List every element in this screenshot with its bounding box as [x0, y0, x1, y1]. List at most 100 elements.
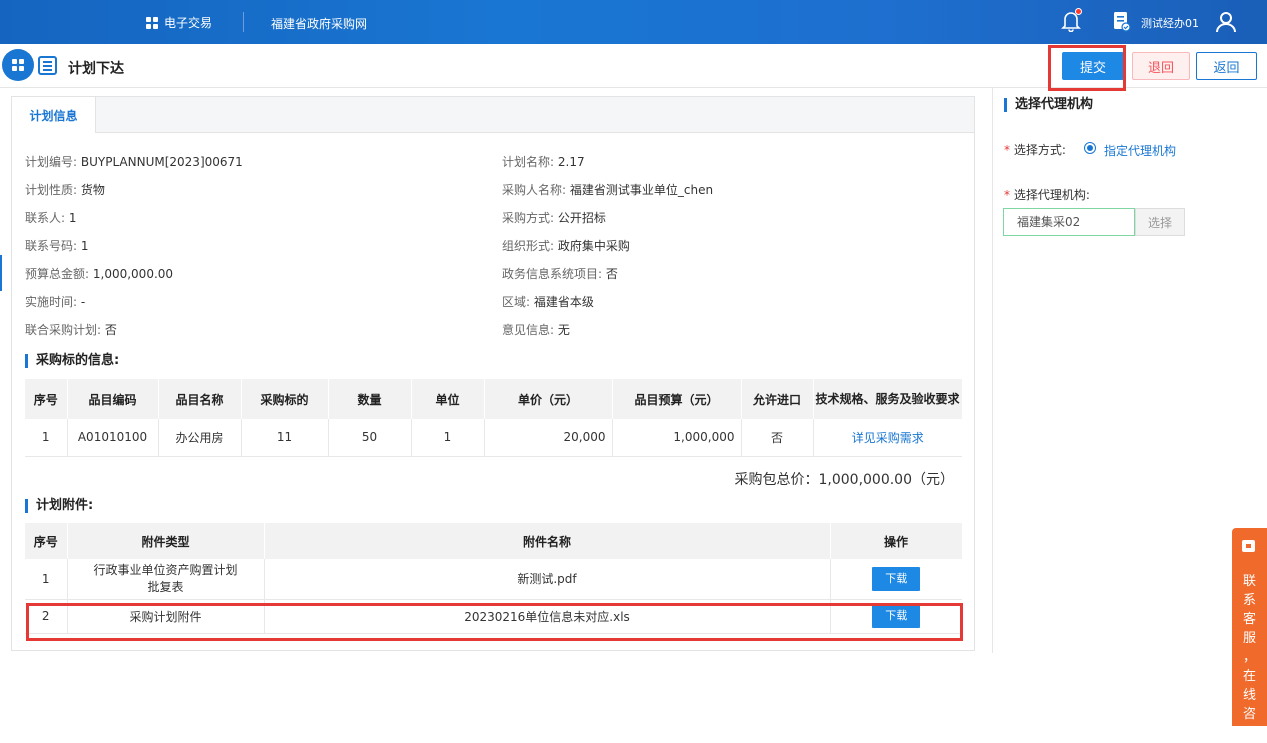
- required-mark: *: [1004, 143, 1010, 157]
- column-header: 采购标的: [241, 379, 329, 419]
- customer-service-float[interactable]: 联系客服，在线咨询: [1232, 528, 1267, 741]
- table-row: 1 行政事业单位资产购置计划批复表 新测试.pdf 下载: [25, 559, 962, 600]
- column-header: 序号: [25, 379, 68, 419]
- info-joint-procurement: 联合采购计划: 否: [25, 321, 117, 338]
- info-region: 区域: 福建省本级: [502, 293, 594, 310]
- download-button[interactable]: 下载: [872, 604, 921, 628]
- info-value: 政府集中采购: [557, 239, 630, 253]
- section-title-attachments: 计划附件:: [25, 499, 93, 513]
- agency-label-text: 选择代理机构:: [1013, 188, 1090, 202]
- cell-action: 下载: [830, 559, 962, 600]
- agency-label: * 选择代理机构:: [1004, 186, 1090, 203]
- user-profile-icon[interactable]: [1215, 10, 1237, 34]
- task-document-icon[interactable]: [1113, 11, 1131, 33]
- apps-grid-icon: [146, 16, 158, 29]
- agency-method-option[interactable]: 指定代理机构: [1104, 142, 1176, 159]
- menu-grid-icon: [12, 59, 24, 71]
- info-value: -: [80, 295, 86, 309]
- cell-unit: 1: [411, 419, 485, 457]
- info-label: 组织形式:: [502, 239, 555, 253]
- table-row: 2 采购计划附件 20230216单位信息未对应.xls 下载: [25, 599, 962, 634]
- agency-method-radio[interactable]: [1084, 142, 1096, 154]
- cell-action: 下载: [830, 599, 962, 634]
- cell-index: 1: [25, 419, 68, 457]
- info-value: 2.17: [557, 155, 585, 169]
- info-label: 实施时间:: [25, 295, 78, 309]
- info-contact: 联系人: 1: [25, 209, 77, 226]
- info-label: 计划性质:: [25, 183, 78, 197]
- agency-input[interactable]: 福建集采02: [1003, 208, 1135, 236]
- info-value: 无: [557, 323, 570, 337]
- side-indicator: [0, 255, 2, 291]
- tab-plan-info[interactable]: 计划信息: [12, 97, 96, 133]
- required-mark: *: [1004, 188, 1010, 202]
- notification-dot: [1075, 8, 1082, 15]
- info-value: 货物: [80, 183, 105, 197]
- info-value: 福建省本级: [533, 295, 594, 309]
- cell-target: 11: [241, 419, 329, 457]
- info-value: BUYPLANNUM[2023]00671: [80, 155, 243, 169]
- info-budget: 预算总金额: 1,000,000.00: [25, 265, 173, 282]
- info-plan-nature: 计划性质: 货物: [25, 181, 105, 198]
- column-header: 附件类型: [67, 523, 265, 559]
- requirements-link[interactable]: 详见采购需求: [852, 431, 924, 445]
- info-label: 计划名称:: [502, 155, 555, 169]
- info-organization-form: 组织形式: 政府集中采购: [502, 237, 630, 254]
- return-button[interactable]: 返回: [1196, 52, 1257, 80]
- download-button[interactable]: 下载: [872, 566, 921, 591]
- main-menu-button[interactable]: [2, 49, 34, 81]
- nav-procurement-site[interactable]: 福建省政府采购网: [271, 15, 367, 32]
- plan-info-panel: 计划信息 计划编号: BUYPLANNUM[2023]00671 计划性质: 货…: [11, 96, 975, 651]
- agency-select-button[interactable]: 选择: [1135, 208, 1185, 236]
- customer-service-text[interactable]: 联系客服，在线咨询: [1232, 572, 1267, 743]
- cell-item-budget: 1,000,000: [612, 419, 742, 457]
- cell-index: 2: [25, 599, 68, 634]
- nav-electronic-trade[interactable]: 电子交易: [146, 14, 212, 31]
- info-phone: 联系号码: 1: [25, 237, 89, 254]
- plan-list-icon: [38, 56, 57, 75]
- info-value: 1: [80, 239, 89, 253]
- column-header: 单位: [411, 379, 485, 419]
- info-value: 公开招标: [557, 211, 606, 225]
- current-user-name[interactable]: 测试经办01: [1141, 15, 1199, 31]
- info-label: 联系人:: [25, 211, 66, 225]
- cell-index: 1: [25, 559, 68, 600]
- package-total-price: 采购包总价：1,000,000.00（元）: [734, 472, 954, 488]
- submit-button[interactable]: 提交: [1062, 52, 1124, 80]
- attachments-table: 序号 附件类型 附件名称 操作 1 行政事业单位资产购置计划批复表 新测试.pd…: [25, 523, 963, 634]
- info-plan-number: 计划编号: BUYPLANNUM[2023]00671: [25, 153, 243, 170]
- column-header: 操作: [830, 523, 963, 559]
- section-title-targets: 采购标的信息:: [25, 354, 119, 368]
- info-label: 计划编号:: [25, 155, 78, 169]
- page-title: 计划下达: [68, 61, 124, 77]
- method-label: * 选择方式:: [1004, 141, 1066, 158]
- column-header: 品目名称: [158, 379, 242, 419]
- info-value: 福建省测试事业单位_chen: [569, 183, 714, 197]
- info-label: 区域:: [502, 295, 531, 309]
- info-gov-it-project: 政务信息系统项目: 否: [502, 265, 618, 282]
- info-procurement-method: 采购方式: 公开招标: [502, 209, 606, 226]
- column-header: 数量: [328, 379, 412, 419]
- info-label: 联系号码:: [25, 239, 78, 253]
- tab-bar: 计划信息: [12, 97, 974, 133]
- top-navigation-bar: 电子交易 福建省政府采购网 测试经办01: [0, 0, 1267, 44]
- attachments-header-row: 序号 附件类型 附件名称 操作: [25, 523, 963, 559]
- cell-attachment-name: 20230216单位信息未对应.xls: [264, 599, 831, 634]
- info-label: 政务信息系统项目:: [502, 267, 603, 281]
- agency-section-title: 选择代理机构: [1004, 98, 1093, 112]
- cell-quantity: 50: [328, 419, 412, 457]
- notification-bell-icon[interactable]: [1061, 8, 1082, 33]
- column-header: 单价（元）: [484, 379, 613, 419]
- info-implementation-time: 实施时间: -: [25, 293, 85, 310]
- cell-unit-price: 20,000: [484, 419, 613, 457]
- reject-button[interactable]: 退回: [1132, 52, 1190, 80]
- cell-attachment-type: 行政事业单位资产购置计划批复表: [67, 559, 265, 600]
- info-value: 否: [104, 323, 117, 337]
- cell-requirements-link[interactable]: 详见采购需求: [813, 419, 962, 457]
- right-panel-divider: [992, 88, 993, 653]
- column-header: 附件名称: [264, 523, 831, 559]
- info-value: 1,000,000.00: [92, 267, 174, 281]
- cell-item-code: A01010100: [67, 419, 159, 457]
- info-label: 联合采购计划:: [25, 323, 102, 337]
- column-header: 技术规格、服务及验收要求: [813, 379, 963, 419]
